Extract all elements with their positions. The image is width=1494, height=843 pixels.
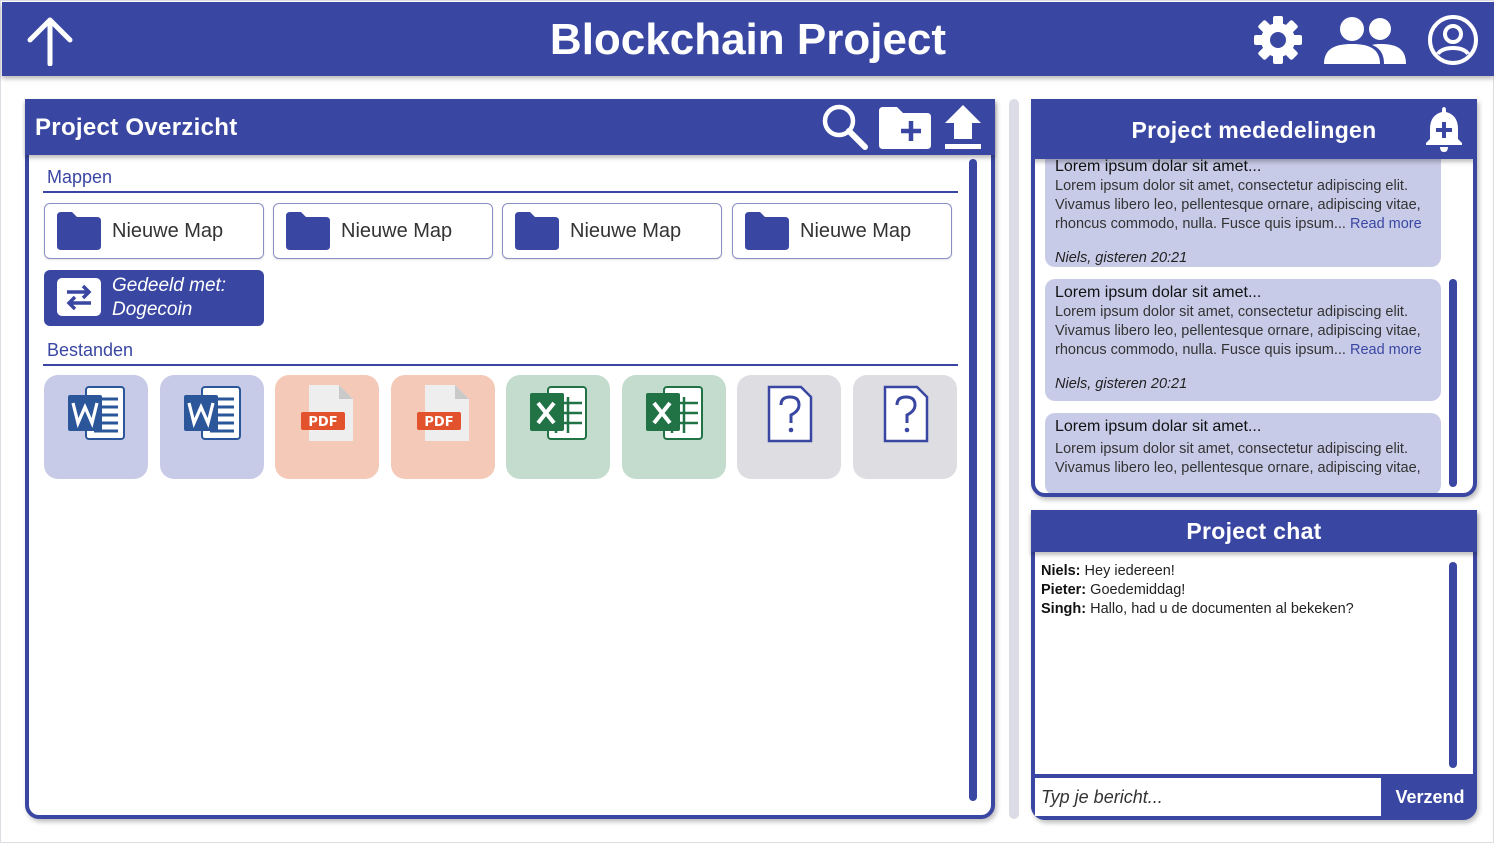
folder-label: Nieuwe Map [570, 220, 682, 242]
announcements-panel: Project mededelingen Lorem ipsum dolar s… [1031, 99, 1477, 497]
project-overview-panel: Project Overzicht Mappen Nieuwe Map Nieu… [25, 99, 995, 819]
chat-author: Singh: [1041, 601, 1087, 617]
chat-author: Pieter: [1041, 582, 1087, 598]
file-item[interactable] [160, 375, 264, 479]
shared-label-line1: Gedeeld met: [112, 275, 227, 296]
excel-sheet-icon [530, 386, 587, 440]
file-item[interactable]: PDF [391, 375, 495, 479]
chat-scrollbar[interactable] [1449, 562, 1457, 768]
shared-folder-button[interactable]: Gedeeld met: Dogecoin [44, 270, 264, 326]
app-frame: Blockchain Project Project Overzicht Map… [0, 0, 1494, 843]
announcement-meta: Niels, gisteren 20:21 [1055, 250, 1188, 266]
folder-item[interactable]: Nieuwe Map [273, 203, 493, 259]
announcements-scrollbar[interactable] [1449, 279, 1457, 487]
file-item[interactable] [44, 375, 148, 479]
file-item[interactable] [737, 375, 841, 479]
chat-header: Project chat [1031, 510, 1477, 552]
overview-title: Project Overzicht [35, 114, 238, 141]
announcement-title: Lorem ipsum dolar sit amet... [1055, 284, 1262, 301]
word-doc-icon [184, 386, 241, 440]
folders-divider [43, 191, 958, 193]
upload-icon[interactable] [943, 103, 983, 151]
chat-message: Singh: Hallo, had u de documenten al bek… [1041, 600, 1441, 619]
pdf-file-icon: PDF [417, 385, 469, 441]
announcement-card[interactable]: Lorem ipsum dolar sit amet... Lorem ipsu… [1045, 413, 1441, 493]
overview-scrollbar[interactable] [969, 159, 977, 801]
folder-icon [286, 212, 330, 250]
chat-compose-bar: Verzend [1031, 774, 1477, 820]
svg-text:PDF: PDF [308, 415, 337, 430]
read-more-link[interactable]: Read more [1350, 216, 1422, 232]
overview-header: Project Overzicht [25, 99, 995, 155]
new-folder-icon[interactable] [877, 103, 933, 151]
send-button[interactable]: Verzend [1387, 778, 1473, 816]
folder-label: Nieuwe Map [800, 220, 912, 242]
files-heading: Bestanden [47, 340, 134, 360]
chat-message: Niels: Hey iedereen! [1041, 562, 1441, 581]
chat-author: Niels: [1041, 563, 1081, 579]
people-icon[interactable] [1322, 16, 1408, 66]
shared-label: Gedeeld met: Dogecoin [112, 274, 226, 322]
announcement-meta: Niels, gisteren 20:21 [1055, 376, 1188, 392]
add-notification-icon[interactable] [1425, 105, 1463, 153]
read-more-link[interactable]: Read more [1350, 342, 1422, 358]
announcements-header: Project mededelingen [1035, 103, 1473, 159]
chat-messages: Niels: Hey iedereen! Pieter: Goedemiddag… [1041, 562, 1441, 619]
shared-label-line2: Dogecoin [112, 299, 193, 320]
file-item[interactable] [853, 375, 957, 479]
chat-title: Project chat [1186, 518, 1322, 544]
chat-text: Hey iedereen! [1080, 563, 1175, 579]
announcement-title: Lorem ipsum dolar sit amet... [1055, 418, 1262, 435]
folder-icon [515, 212, 559, 250]
folder-label: Nieuwe Map [341, 220, 453, 242]
svg-text:PDF: PDF [424, 415, 453, 430]
chat-text: Goedemiddag! [1086, 582, 1186, 598]
files-divider [43, 364, 958, 366]
folder-icon [57, 212, 101, 250]
chat-panel: Project chat Niels: Hey iedereen! Pieter… [1031, 510, 1477, 820]
account-circle-icon[interactable] [1427, 14, 1479, 66]
chat-message: Pieter: Goedemiddag! [1041, 581, 1441, 600]
unknown-file-icon [883, 385, 929, 443]
announcement-body: Lorem ipsum dolor sit amet, consectetur … [1055, 303, 1431, 360]
word-doc-icon [68, 386, 125, 440]
swap-icon [57, 278, 101, 316]
chat-message-input[interactable] [1035, 778, 1381, 816]
folder-label: Nieuwe Map [112, 220, 224, 242]
excel-sheet-icon [646, 386, 703, 440]
announcement-body: Lorem ipsum dolor sit amet, consectetur … [1055, 441, 1421, 476]
top-bar: Blockchain Project [2, 2, 1494, 76]
folder-item[interactable]: Nieuwe Map [502, 203, 722, 259]
search-icon[interactable] [821, 103, 869, 151]
announcement-body: Lorem ipsum dolor sit amet, consectetur … [1055, 177, 1431, 234]
folder-icon [745, 212, 789, 250]
chat-text: Hallo, had u de documenten al bekeken? [1086, 601, 1354, 617]
announcements-title: Project mededelingen [1131, 117, 1377, 143]
folders-heading: Mappen [47, 167, 113, 187]
announcement-card[interactable]: Lorem ipsum dolar sit amet... Lorem ipsu… [1045, 149, 1441, 267]
unknown-file-icon [767, 385, 813, 443]
folder-item[interactable]: Nieuwe Map [44, 203, 264, 259]
panel-divider[interactable] [1009, 99, 1019, 819]
folder-item[interactable]: Nieuwe Map [732, 203, 952, 259]
file-item[interactable]: PDF [275, 375, 379, 479]
settings-gear-icon[interactable] [1252, 14, 1304, 66]
announcement-card[interactable]: Lorem ipsum dolar sit amet... Lorem ipsu… [1045, 279, 1441, 401]
file-item[interactable] [506, 375, 610, 479]
arrow-up-icon[interactable] [24, 16, 76, 66]
pdf-file-icon: PDF [301, 385, 353, 441]
file-item[interactable] [622, 375, 726, 479]
